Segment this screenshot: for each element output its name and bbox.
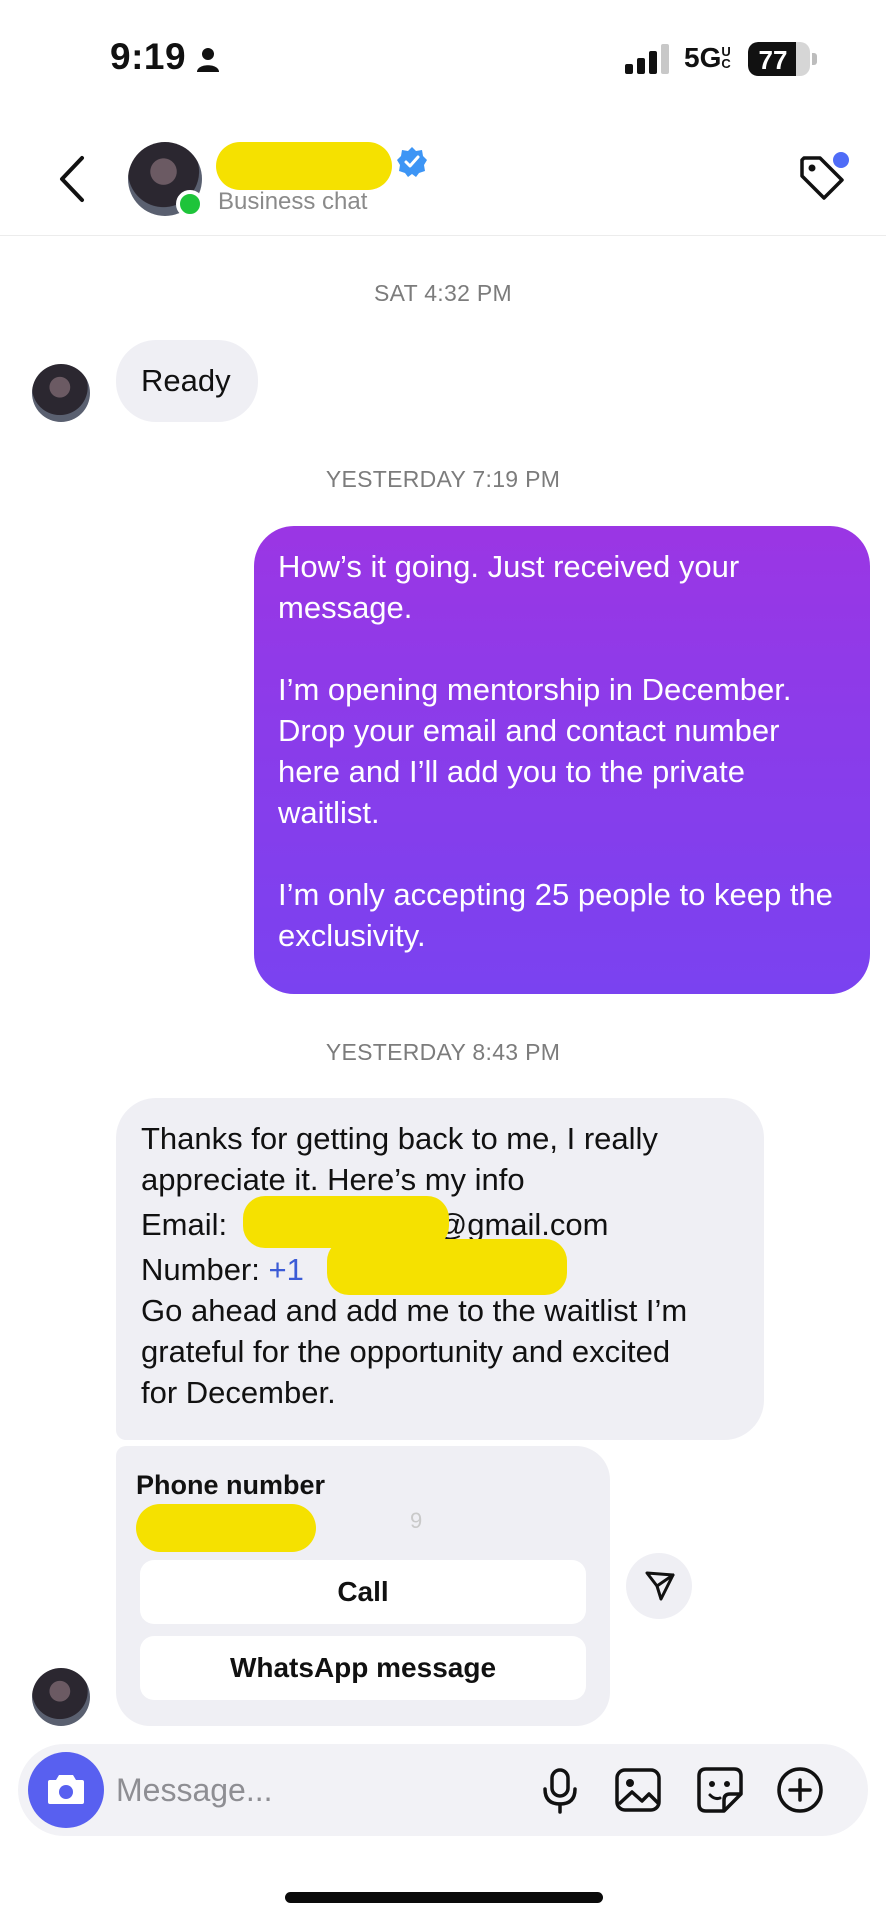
- card-partial-number: 9: [410, 1508, 423, 1533]
- call-button[interactable]: Call: [140, 1560, 586, 1624]
- phone-number-card: Phone number 9 Call WhatsApp message: [116, 1446, 610, 1726]
- message-bubble-outgoing[interactable]: How’s it going. Just received your messa…: [254, 526, 870, 994]
- sender-avatar[interactable]: [32, 364, 90, 422]
- message-paragraph: How’s it going. Just received your messa…: [278, 549, 740, 625]
- card-number-redaction: [136, 1504, 316, 1552]
- email-domain: @gmail.com: [435, 1207, 609, 1242]
- signal-icon: [625, 44, 669, 74]
- chevron-left-icon[interactable]: [50, 150, 96, 208]
- message-input[interactable]: [116, 1766, 446, 1814]
- number-label: Number:: [141, 1252, 269, 1287]
- message-line: appreciate it. Here’s my info: [141, 1162, 525, 1197]
- network-type: 5GUC: [684, 42, 733, 74]
- message-composer: [18, 1744, 868, 1836]
- send-icon[interactable]: [626, 1553, 692, 1619]
- message-line: grateful for the opportunity and excited: [141, 1334, 671, 1369]
- verified-badge-icon: [397, 147, 427, 177]
- sticker-icon[interactable]: [694, 1764, 746, 1816]
- notification-dot: [833, 152, 849, 168]
- email-label: Email:: [141, 1207, 236, 1242]
- number-line: Number: +1: [141, 1239, 739, 1295]
- message-bubble-incoming[interactable]: Thanks for getting back to me, I really …: [116, 1098, 764, 1440]
- battery-icon: 77: [748, 42, 810, 76]
- phone-link[interactable]: +1: [268, 1252, 303, 1287]
- whatsapp-button[interactable]: WhatsApp message: [140, 1636, 586, 1700]
- message-text: Ready: [141, 363, 231, 398]
- timestamp: YESTERDAY 8:43 PM: [325, 1039, 561, 1065]
- network-label: 5G: [684, 42, 722, 73]
- status-time: 9:19: [110, 36, 187, 77]
- chat-subtitle: Business chat: [218, 188, 368, 215]
- number-redaction: [327, 1239, 567, 1295]
- network-suffix: UC: [721, 44, 731, 71]
- sender-avatar[interactable]: [32, 1668, 90, 1726]
- message-line: for December.: [141, 1375, 336, 1410]
- card-title: Phone number: [136, 1470, 326, 1500]
- timestamp: SAT 4:32 PM: [374, 280, 512, 306]
- plus-circle-icon[interactable]: [774, 1764, 826, 1816]
- message-paragraph: I’m opening mentorship in December. Drop…: [278, 672, 792, 830]
- online-indicator: [176, 190, 204, 218]
- camera-icon[interactable]: [28, 1752, 104, 1828]
- timestamp: YESTERDAY 7:19 PM: [325, 466, 561, 492]
- battery-level: 77: [758, 45, 788, 75]
- message-paragraph: I’m only accepting 25 people to keep the…: [278, 877, 833, 953]
- status-bar: 9:19 5GUC 77: [0, 0, 886, 120]
- microphone-icon[interactable]: [534, 1764, 586, 1816]
- contact-name-redacted[interactable]: [216, 142, 392, 190]
- chat-header: Business chat: [0, 120, 886, 236]
- message-line: Go ahead and add me to the waitlist I’m: [141, 1293, 688, 1328]
- message-bubble-incoming[interactable]: Ready: [116, 340, 258, 422]
- home-indicator[interactable]: [285, 1892, 603, 1903]
- battery-cap: [812, 53, 817, 65]
- person-icon: [197, 48, 219, 72]
- message-line: Thanks for getting back to me, I really: [141, 1121, 658, 1156]
- image-icon[interactable]: [612, 1764, 664, 1816]
